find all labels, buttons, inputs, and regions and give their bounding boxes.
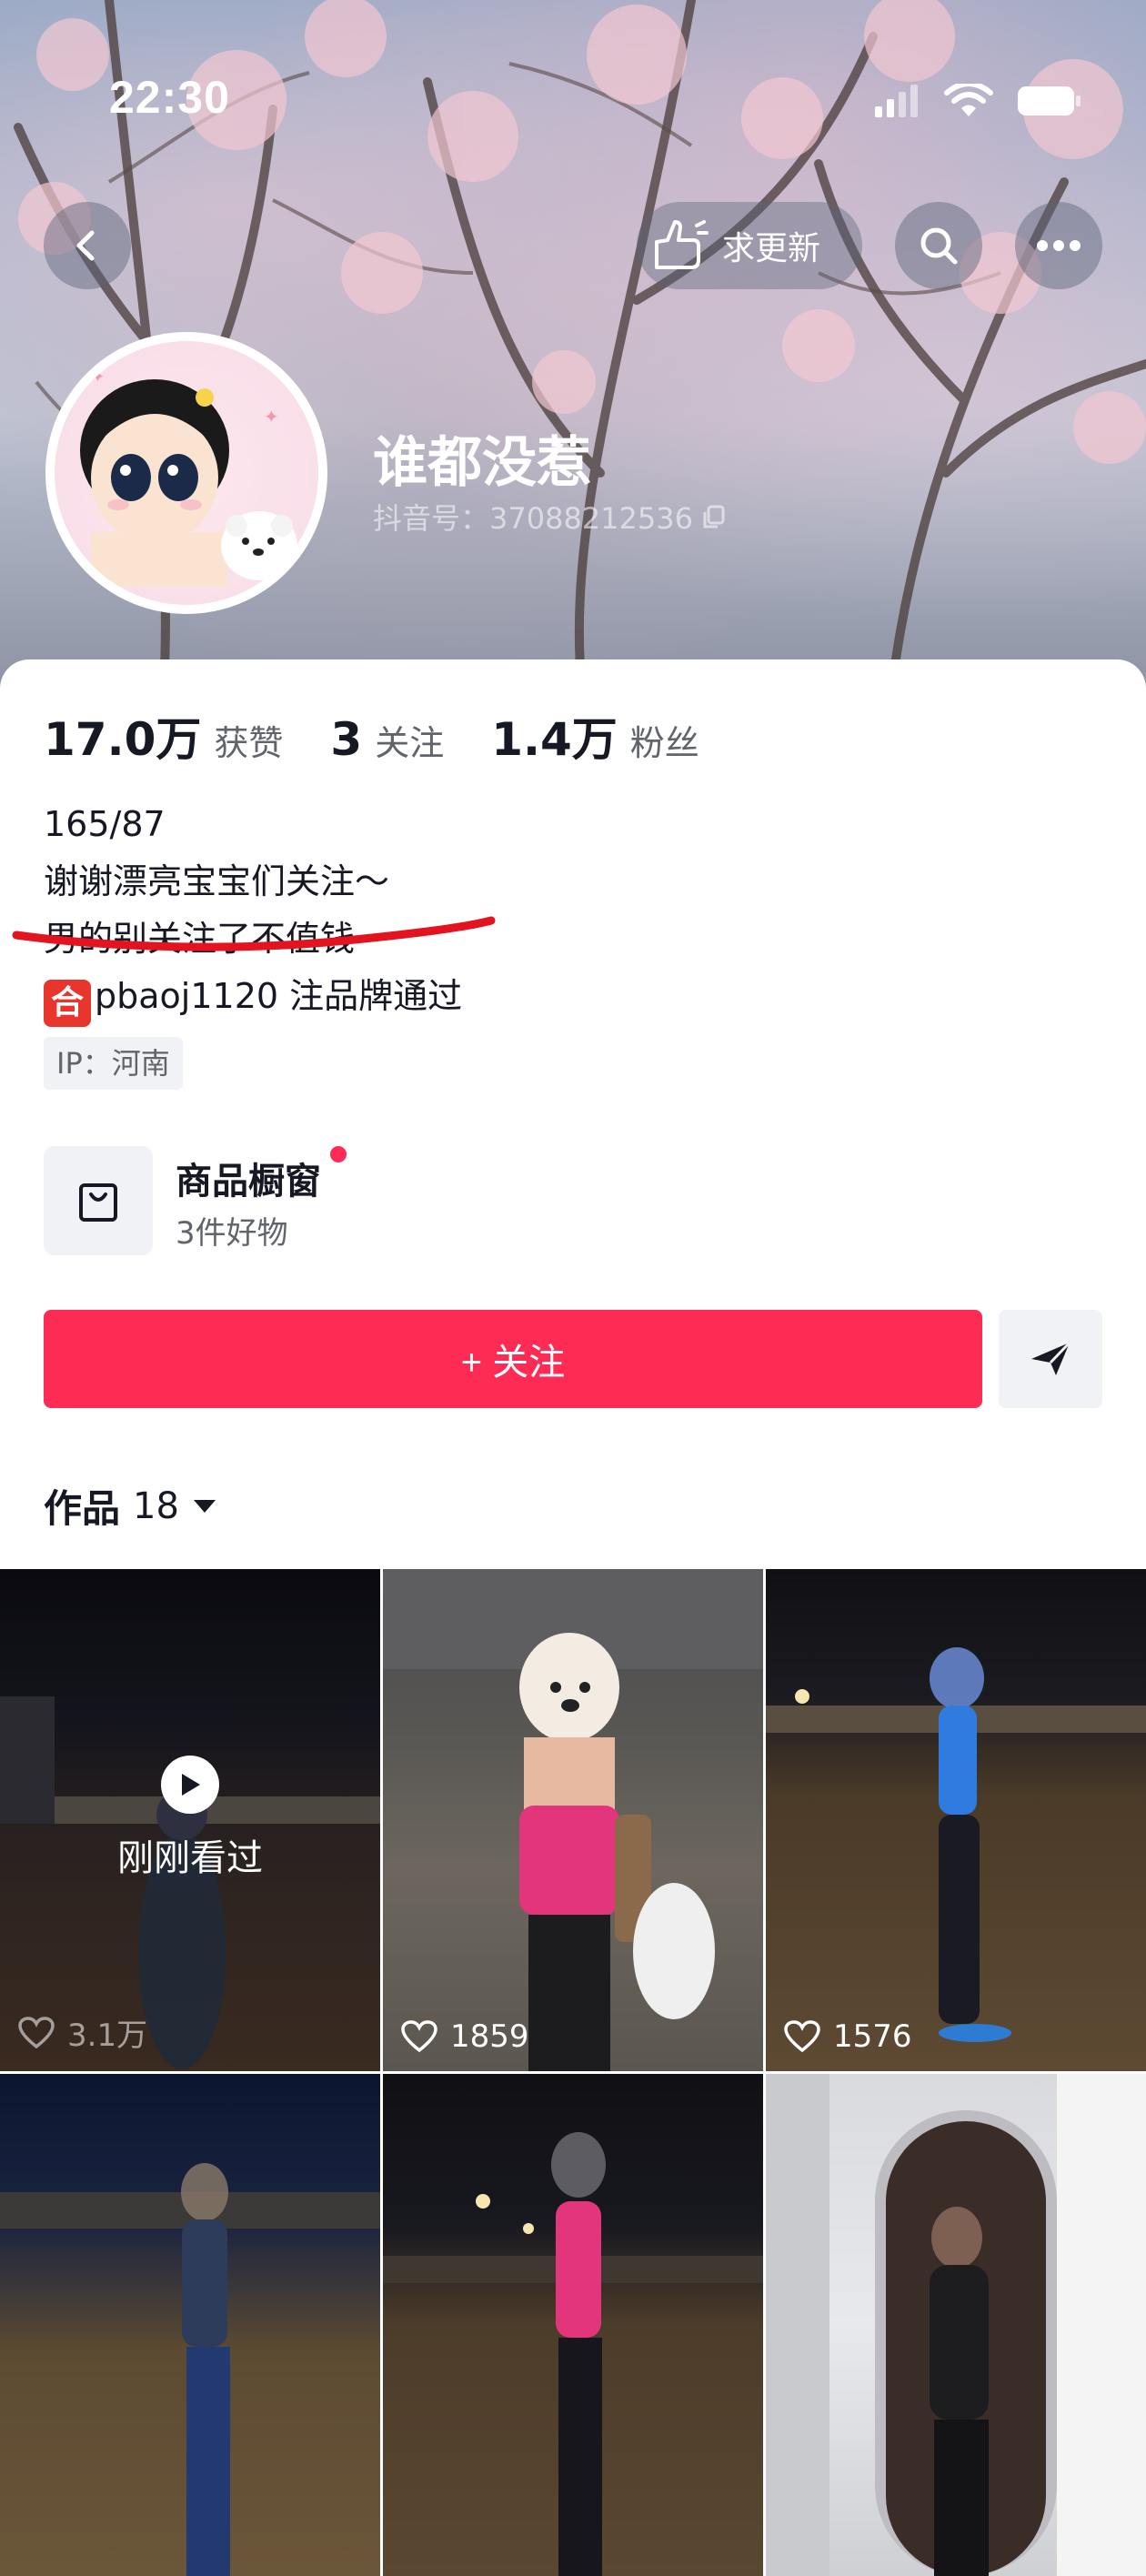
product-showcase[interactable]: 商品橱窗 3件好物 [44,1146,680,1255]
signal-icon [875,85,918,117]
recently-watched-label: 刚刚看过 [117,1837,263,1879]
recently-watched-overlay: 刚刚看过 [0,1756,380,1881]
svg-text:✦: ✦ [264,406,279,428]
works-count: 18 [133,1484,179,1527]
shopping-bag-icon [79,1183,117,1222]
request-update-button[interactable]: 求更新 [637,202,862,289]
play-icon [161,1756,219,1814]
profile-cover: 22:30 求更新 ✦ ✦ 谁都没惹 抖音号：37088212536 [0,0,1146,691]
search-button[interactable] [895,202,982,289]
status-icons [875,84,1082,118]
tab-works[interactable]: 作品 18 [44,1478,217,1534]
bio-line: 165/87 [44,804,166,844]
video-tile[interactable]: 1859 [383,1569,763,2071]
works-label: 作品 [44,1486,121,1531]
copy-icon[interactable] [700,503,728,530]
profile-nickname: 谁都没惹 [373,431,591,495]
chevron-left-icon [76,230,95,261]
battery-icon [1018,86,1081,116]
heart-icon [401,2020,437,2053]
status-time: 22:30 [109,72,230,123]
share-button[interactable] [999,1310,1102,1408]
video-thumbnail [383,2132,763,2576]
bio-line: 合 pbaoj1120 注品牌通过 [44,968,462,1027]
fans-label[interactable]: 粉丝 [630,715,699,765]
video-likes-count: 1576 [833,2018,912,2055]
video-tile[interactable]: 刚刚看过 3.1万 [0,1569,380,2071]
shop-icon-box [44,1146,153,1255]
notification-dot [330,1146,347,1162]
request-update-label: 求更新 [722,230,821,267]
video-likes-count: 3.1万 [67,2018,148,2054]
ip-location-tag: IP：河南 [44,1037,183,1090]
likes-count: 17.0万 [44,713,202,766]
fans-count[interactable]: 1.4万 [491,703,618,769]
video-likes: 1859 [401,2018,529,2055]
following-label[interactable]: 关注 [375,715,444,765]
bio-collab-text: pbaoj1120 注品牌通过 [95,976,463,1016]
video-grid: 刚刚看过 3.1万 1859 1576 [0,1569,1146,2576]
video-thumbnail [0,2163,380,2576]
back-button[interactable] [44,202,131,289]
heart-icon [784,2020,820,2053]
video-likes: 1576 [784,2018,912,2055]
douyin-id-text: 抖音号：37088212536 [373,501,693,536]
caret-down-icon [193,1499,216,1513]
video-thumbnail [383,1569,763,2071]
avatar[interactable]: ✦ ✦ [45,332,327,614]
video-tile[interactable] [383,2074,763,2576]
video-likes-count: 1859 [450,2018,529,2055]
hand-poke-icon [655,220,709,269]
video-thumbnail [766,1647,1146,2042]
likes-label: 获赞 [214,723,284,763]
status-bar: 22:30 [0,0,1146,209]
wifi-icon [944,84,993,116]
more-dots-icon [1037,240,1081,251]
avatar-illustration: ✦ ✦ [80,367,297,587]
video-thumbnail [766,2074,1146,2576]
red-scribble-annotation [12,916,496,951]
heart-icon [18,2016,55,2048]
profile-stats: 17.0万 获赞 3 关注 1.4万 粉丝 [44,703,747,769]
video-likes: 3.1万 [18,2010,147,2055]
showcase-title: 商品橱窗 [176,1161,321,1202]
following-count[interactable]: 3 [330,713,362,766]
video-tile[interactable] [766,2074,1146,2576]
profile-card: 17.0万 获赞 3 关注 1.4万 粉丝 165/87 谢谢漂亮宝宝们关注～ … [0,659,1146,2576]
video-tile[interactable] [0,2074,380,2576]
collab-badge: 合 [44,980,91,1027]
more-button[interactable] [1015,202,1102,289]
svg-text:✦: ✦ [91,367,105,387]
send-icon [1031,1341,1071,1375]
douyin-id[interactable]: 抖音号：37088212536 [373,496,728,538]
video-tile[interactable]: 1576 [766,1569,1146,2071]
search-icon [920,227,958,265]
showcase-subtitle: 3件好物 [176,1215,288,1252]
follow-button[interactable]: + 关注 [44,1310,982,1408]
